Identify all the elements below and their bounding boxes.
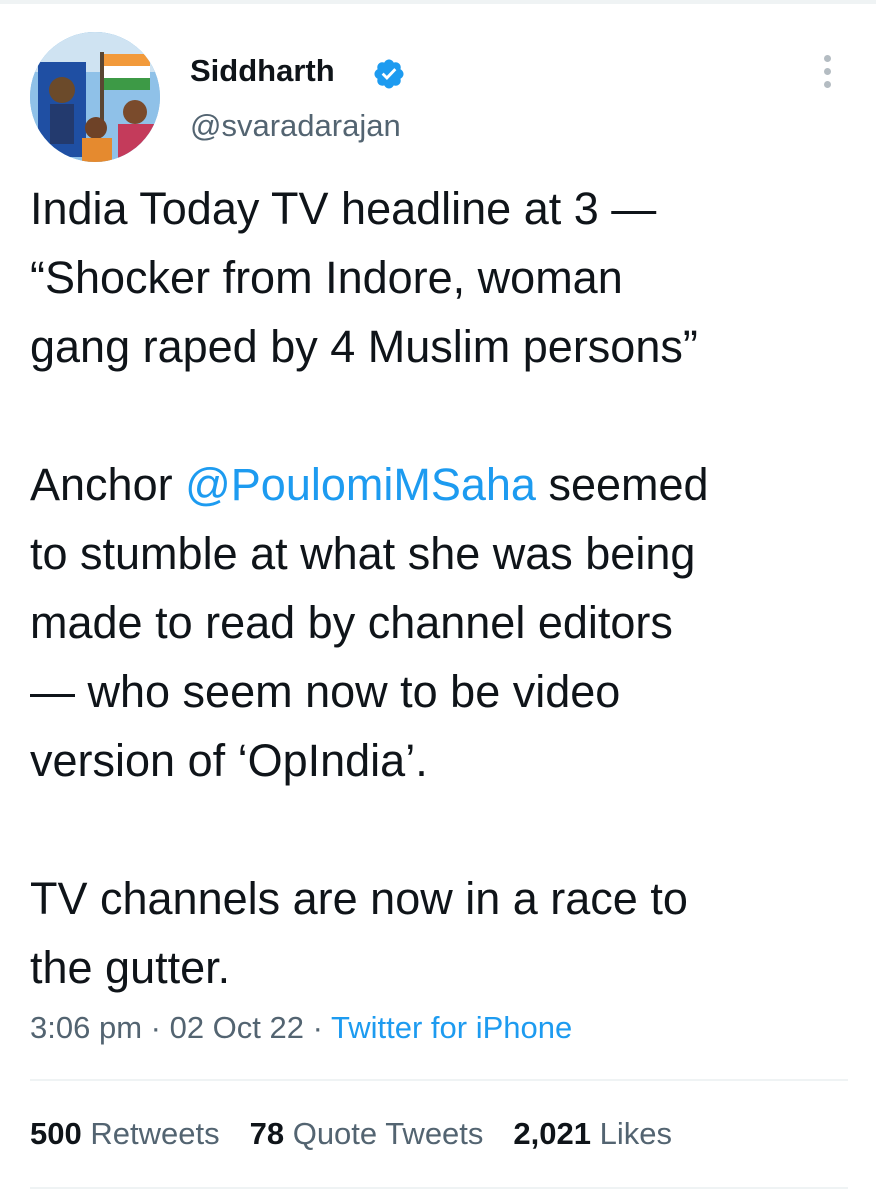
divider [30,1079,848,1081]
retweets-count: 500 [30,1116,82,1151]
likes-count: 2,021 [513,1116,591,1151]
tweet-date[interactable]: 02 Oct 22 [170,1010,304,1045]
tweet-line: India Today TV headline at 3 — [30,183,657,234]
engagement-stats: 500 Retweets 78 Quote Tweets 2,021 Likes [30,1112,702,1156]
tweet-line: TV channels are now in a race to [30,873,688,924]
tweet-line: Anchor @PoulomiMSaha seemed [30,450,860,519]
divider [30,1187,848,1189]
tweet-line: gang raped by 4 Muslim persons” [30,321,698,372]
more-options-icon[interactable] [819,55,835,95]
avatar-image [30,32,160,162]
mention-link[interactable]: @PoulomiMSaha [185,459,536,510]
meta-separator: · [142,1010,170,1045]
tweet-text: India Today TV headline at 3 — “Shocker … [30,174,860,1002]
quote-tweets-count: 78 [249,1116,285,1151]
likes-label: Likes [599,1116,672,1151]
tweet-line: made to read by channel editors [30,597,673,648]
author-name[interactable]: Siddharth [190,51,335,91]
profile-photo-icon[interactable] [30,32,160,162]
retweets-label: Retweets [90,1116,220,1151]
tweet-text-fragment: Anchor [30,459,186,510]
tweet-time[interactable]: 3:06 pm [30,1010,142,1045]
source-link[interactable]: Twitter for iPhone [331,1010,572,1045]
tweet-line: to stumble at what she was being [30,528,696,579]
tweet-line: “Shocker from Indore, woman [30,252,623,303]
quote-tweets-label: Quote Tweets [292,1116,484,1151]
likes-stat[interactable]: 2,021 Likes [513,1112,672,1156]
tweet: Siddharth @svaradarajan India Today TV h… [0,0,876,1200]
tweet-text-fragment: seemed [535,459,709,510]
tweet-line: version of ‘OpIndia’. [30,735,428,786]
retweets-stat[interactable]: 500 Retweets [30,1112,220,1156]
tweet-meta: 3:06 pm · 02 Oct 22 · Twitter for iPhone [30,1006,572,1050]
verified-badge-icon [374,59,404,89]
meta-separator: · [304,1010,331,1045]
quote-tweets-stat[interactable]: 78 Quote Tweets [250,1112,484,1156]
author-handle[interactable]: @svaradarajan [190,104,401,148]
tweet-line: — who seem now to be video [30,666,621,717]
tweet-line: the gutter. [30,942,231,993]
